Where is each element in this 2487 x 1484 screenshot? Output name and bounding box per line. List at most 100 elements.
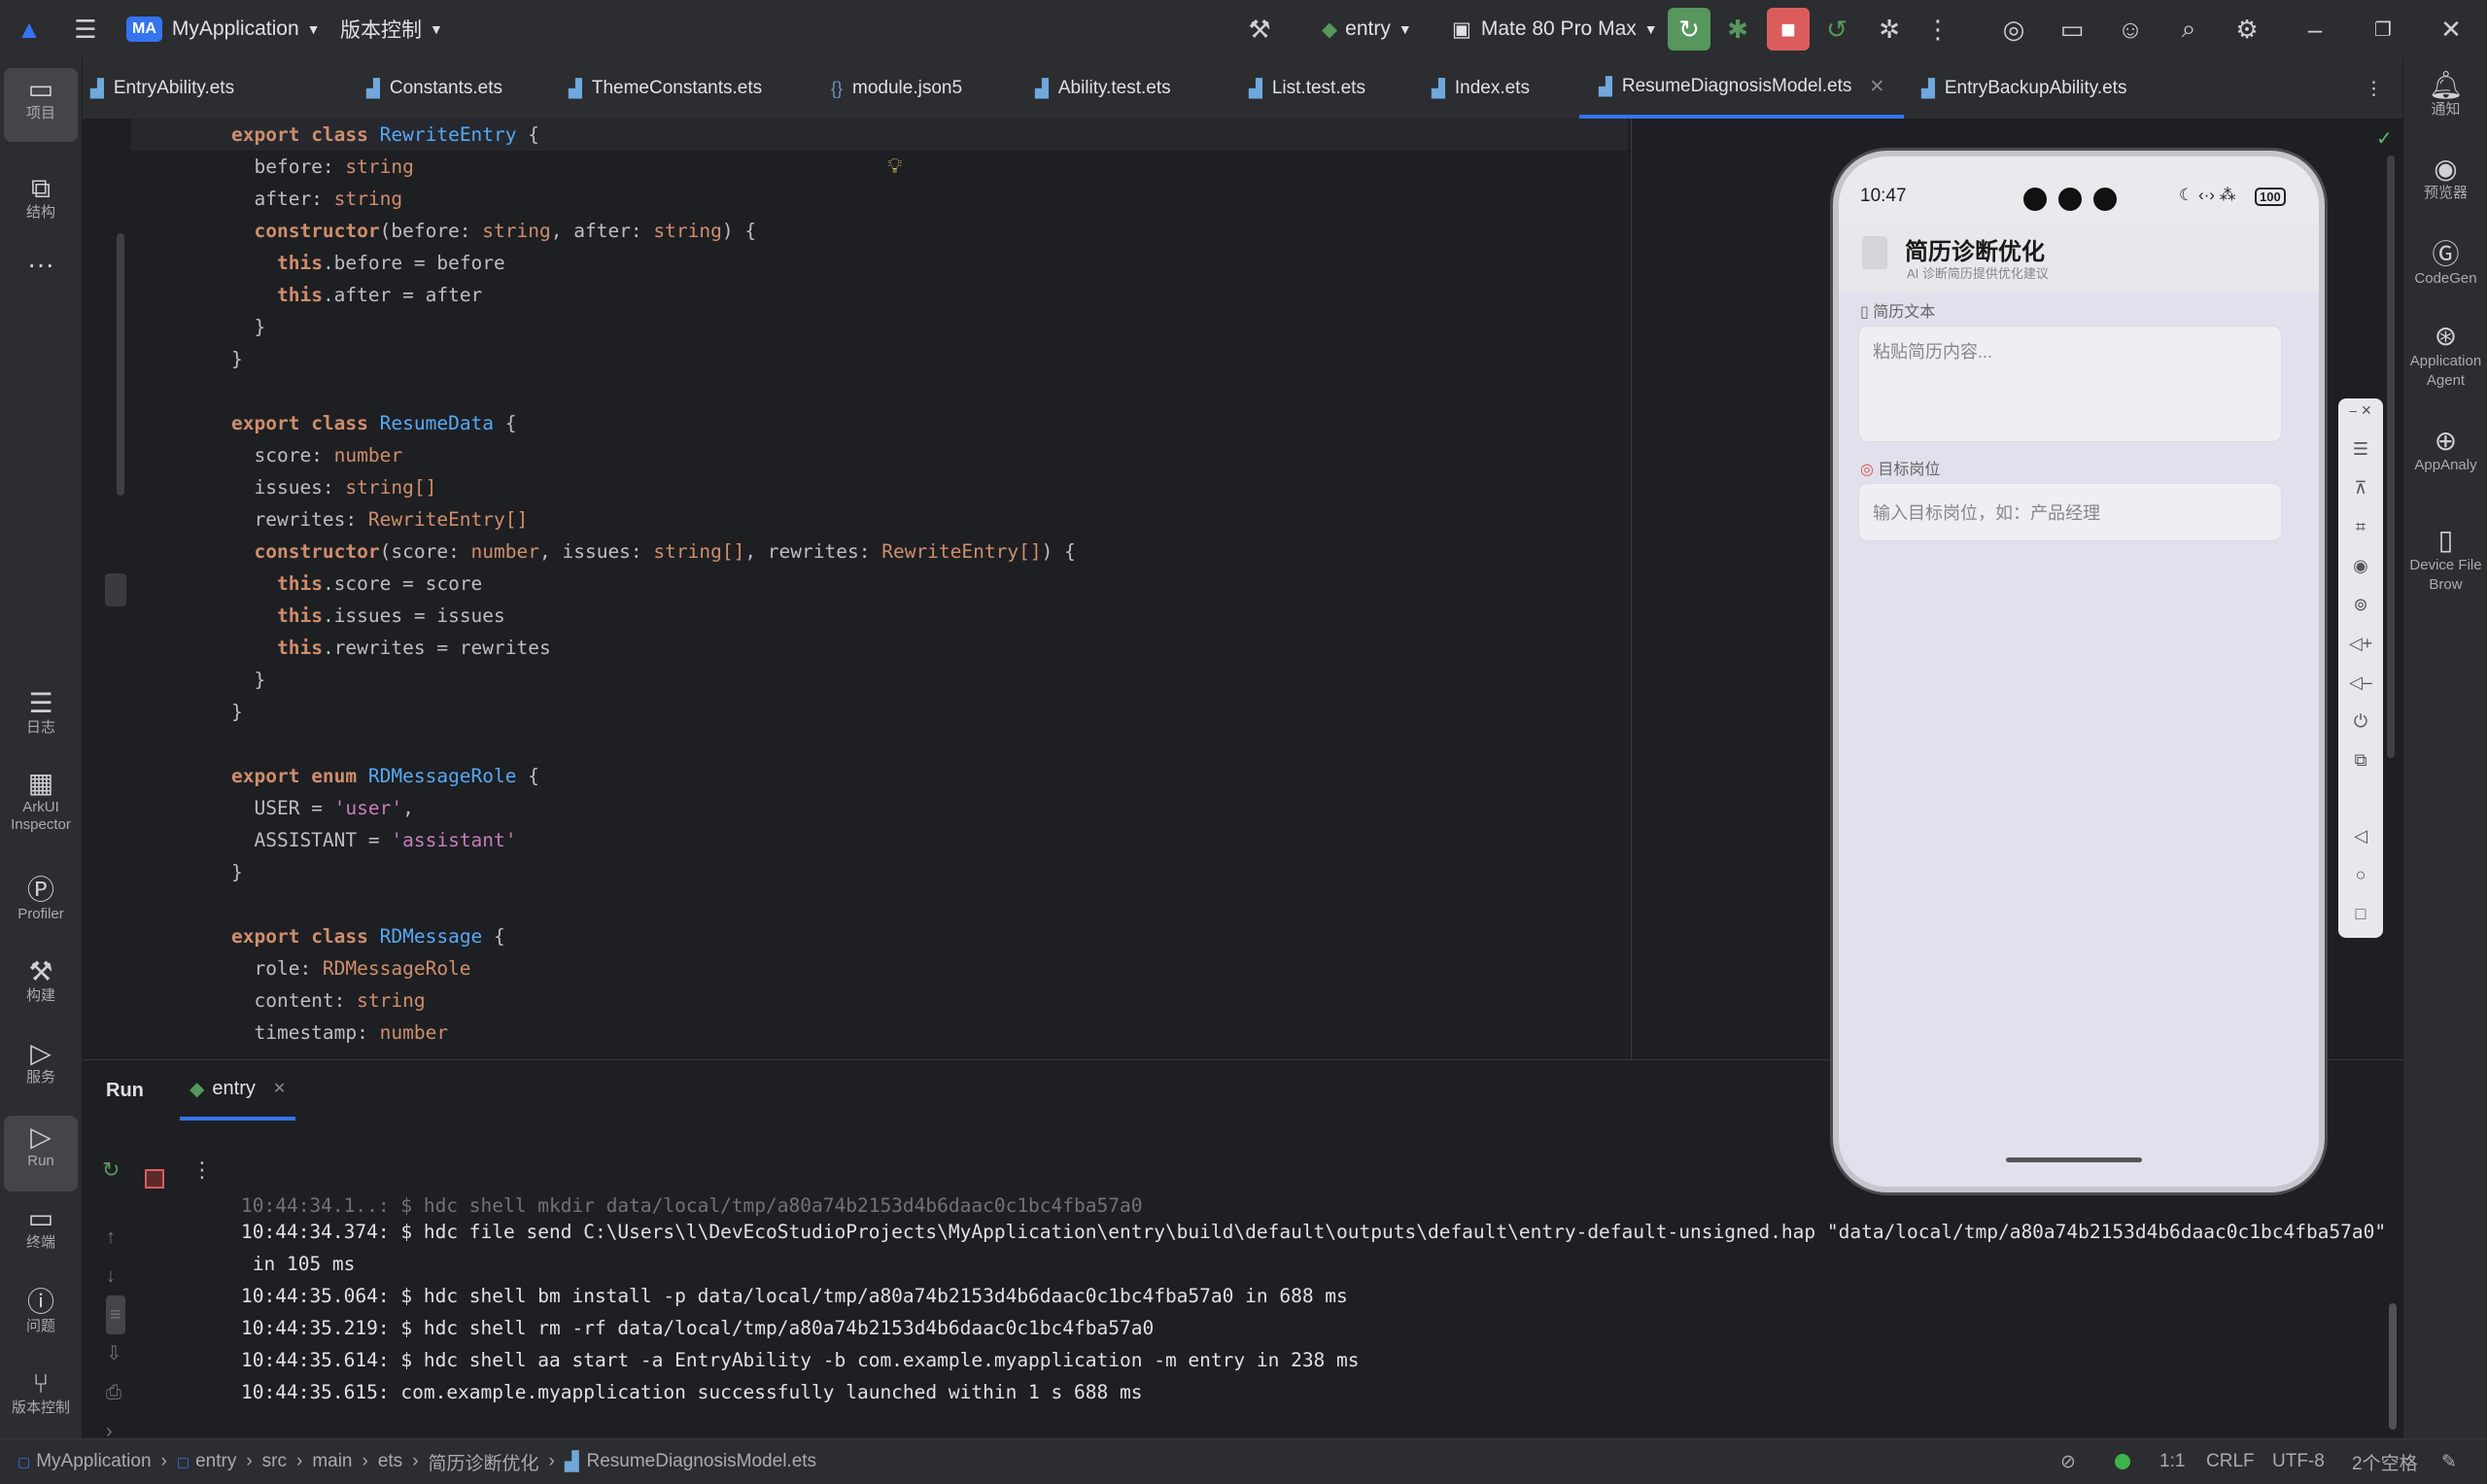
device-emulator[interactable]: 10:47 ☾ ‹·› ⁂ 100 简历诊断优化 AI 诊断简历提供优化建议 ▯… <box>1833 151 2325 1192</box>
tool-services[interactable]: ▷ 服务 <box>4 1038 78 1087</box>
breadcrumb-item[interactable]: ResumeDiagnosisModel.ets <box>586 1451 816 1472</box>
tool-codegen[interactable]: Ⓖ CodeGen <box>2403 239 2487 288</box>
emu-screenshot-icon[interactable]: ⧉ <box>2338 750 2383 771</box>
code-line[interactable]: } <box>231 856 243 888</box>
cursor-position[interactable]: 1:1 <box>2159 1439 2185 1484</box>
project-scrollbar[interactable] <box>117 233 124 496</box>
collapsed-panel-handle[interactable] <box>105 573 126 606</box>
stop-button[interactable]: ■ <box>1767 8 1810 51</box>
gear-icon[interactable]: ⚙ <box>2231 14 2262 45</box>
account-icon[interactable]: ☺ <box>2115 14 2146 45</box>
line-separator[interactable]: CRLF <box>2206 1439 2255 1484</box>
code-line[interactable]: after: string <box>231 183 402 215</box>
emu-power-icon[interactable]: ⏻ <box>2338 711 2383 732</box>
breadcrumb-item[interactable]: 简历诊断优化 <box>429 1449 539 1475</box>
tab-index[interactable]: ▟ Index.ets <box>1432 58 1530 119</box>
vcs-menu[interactable]: 版本控制 ▼ <box>340 0 443 58</box>
emu-back-icon[interactable]: ◁ <box>2338 826 2383 846</box>
close-tab-icon[interactable]: ✕ <box>1869 76 1884 98</box>
tool-notifications[interactable]: 🔔︎ 通知 <box>2403 70 2487 119</box>
tool-build[interactable]: ⚒ 构建 <box>4 956 78 1005</box>
code-line[interactable]: this.rewrites = rewrites <box>231 632 551 664</box>
device-select[interactable]: ▣ Mate 80 Pro Max ▼ <box>1452 0 1658 58</box>
code-line[interactable]: this.before = before <box>231 247 505 279</box>
tool-problems[interactable]: ⓘ 问题 <box>4 1287 78 1335</box>
scroll-up-icon[interactable]: ↑ <box>106 1218 125 1257</box>
file-encoding[interactable]: UTF-8 <box>2272 1439 2325 1484</box>
tool-project[interactable]: ▭ 项目 <box>4 68 78 142</box>
tool-vcs[interactable]: ⑂ 版本控制 <box>4 1368 78 1417</box>
target-input[interactable]: 输入目标岗位，如：产品经理 <box>1858 483 2282 541</box>
emu-crop-icon[interactable]: ⌗ <box>2338 517 2383 537</box>
code-line[interactable]: issues: string[] <box>231 471 436 503</box>
tab-list-test[interactable]: ▟ List.test.ets <box>1249 58 1365 119</box>
tool-appanalyzer[interactable]: ⊕ AppAnaly <box>2403 426 2487 474</box>
more-vertical-icon[interactable]: ⋮ <box>1922 14 1953 45</box>
code-line[interactable]: score: number <box>231 439 402 471</box>
home-indicator[interactable] <box>2006 1157 2142 1162</box>
code-line[interactable]: export enum RDMessageRole { <box>231 760 539 792</box>
stop-icon[interactable] <box>145 1169 164 1189</box>
maximize-icon[interactable]: ❐ <box>2367 14 2399 45</box>
tool-structure[interactable]: ⧉ 结构 <box>4 173 78 222</box>
apply-changes-icon[interactable]: ↺ <box>1821 14 1852 45</box>
emu-home-icon[interactable]: ○ <box>2338 865 2383 885</box>
minimize-icon[interactable]: – <box>2299 14 2331 45</box>
rerun-button[interactable]: ↻ <box>1668 8 1710 51</box>
emu-pin-icon[interactable]: ⊼ <box>2338 478 2383 499</box>
target-icon[interactable]: ◎ <box>1998 14 2029 45</box>
search-icon[interactable]: ⌕ <box>2173 14 2204 45</box>
tab-ability-test[interactable]: ▟ Ability.test.ets <box>1035 58 1171 119</box>
code-line[interactable]: } <box>231 696 243 728</box>
code-line[interactable]: this.score = score <box>231 568 482 600</box>
rerun-icon[interactable]: ↻ <box>102 1157 120 1183</box>
code-line[interactable]: this.after = after <box>231 279 482 311</box>
editor-scrollbar[interactable] <box>2387 155 2395 758</box>
emu-window-controls[interactable]: – ✕ <box>2338 402 2383 419</box>
code-line[interactable]: ASSISTANT = 'assistant' <box>231 824 516 856</box>
emu-rotate-icon[interactable]: ◉ <box>2338 556 2383 576</box>
tool-previewer[interactable]: ◉ 预览器 <box>2403 154 2487 202</box>
tool-run[interactable]: ▷ Run <box>4 1116 78 1191</box>
code-line[interactable]: } <box>231 343 243 375</box>
tab-module-json5[interactable]: {} module.json5 <box>831 58 962 119</box>
run-tab-entry[interactable]: ◆ entry ✕ <box>180 1060 296 1121</box>
code-line[interactable]: content: string <box>231 984 425 1017</box>
hammer-icon[interactable]: ⚒ <box>1244 14 1275 45</box>
breadcrumb-item[interactable]: main <box>312 1451 352 1472</box>
more-vertical-icon[interactable]: ⋮ <box>191 1157 213 1183</box>
code-line[interactable]: role: RDMessageRole <box>231 952 470 984</box>
code-line[interactable]: } <box>231 664 265 696</box>
tab-constants[interactable]: ▟ Constants.ets <box>366 58 502 119</box>
code-line[interactable]: rewrites: RewriteEntry[] <box>231 503 528 535</box>
scroll-to-end-icon[interactable]: ⇩ <box>106 1334 125 1373</box>
tool-more[interactable]: ··· <box>4 249 78 280</box>
code-line[interactable]: export class RDMessage { <box>231 920 505 952</box>
indent-setting[interactable]: 2个空格 <box>2352 1439 2418 1484</box>
tool-arkui-inspector[interactable]: ▦ ArkUI Inspector <box>4 768 78 834</box>
emu-volume-down-icon[interactable]: ◁– <box>2338 673 2383 693</box>
tool-log[interactable]: ☰ 日志 <box>4 688 78 737</box>
code-line[interactable]: export class RewriteEntry { <box>231 119 539 151</box>
tab-themeconstants[interactable]: ▟ ThemeConstants.ets <box>569 58 762 119</box>
debug-icon[interactable]: ✱ <box>1722 14 1753 45</box>
print-icon[interactable]: ⎙ <box>106 1373 125 1412</box>
close-window-icon[interactable]: ✕ <box>2435 14 2467 45</box>
folder-icon[interactable]: ▭ <box>2056 14 2088 45</box>
code-line[interactable]: USER = 'user', <box>231 792 413 824</box>
soft-wrap-icon[interactable]: ≡ <box>106 1295 125 1334</box>
code-line[interactable]: this.issues = issues <box>231 600 505 632</box>
code-line[interactable]: constructor(score: number, issues: strin… <box>231 535 1075 568</box>
tool-profiler[interactable]: Ⓟ Profiler <box>4 875 78 923</box>
scroll-down-icon[interactable]: ↓ <box>106 1257 125 1295</box>
read-only-lock-icon[interactable]: ✎ <box>2441 1439 2457 1484</box>
tab-entryability[interactable]: ▟ EntryAbility.ets <box>90 58 234 119</box>
resume-textarea[interactable]: 粘贴简历内容... <box>1858 326 2282 442</box>
emu-location-icon[interactable]: ⊚ <box>2338 595 2383 615</box>
code-line[interactable]: } <box>231 311 265 343</box>
code-line[interactable]: constructor(before: string, after: strin… <box>231 215 756 247</box>
project-switcher[interactable]: MA MyApplication ▼ <box>126 0 320 58</box>
tab-resumediagnosismodel[interactable]: ▟ ResumeDiagnosisModel.ets ✕ <box>1579 58 1905 119</box>
main-menu-icon[interactable]: ☰ <box>70 14 101 45</box>
code-line[interactable]: timestamp: number <box>231 1017 448 1049</box>
